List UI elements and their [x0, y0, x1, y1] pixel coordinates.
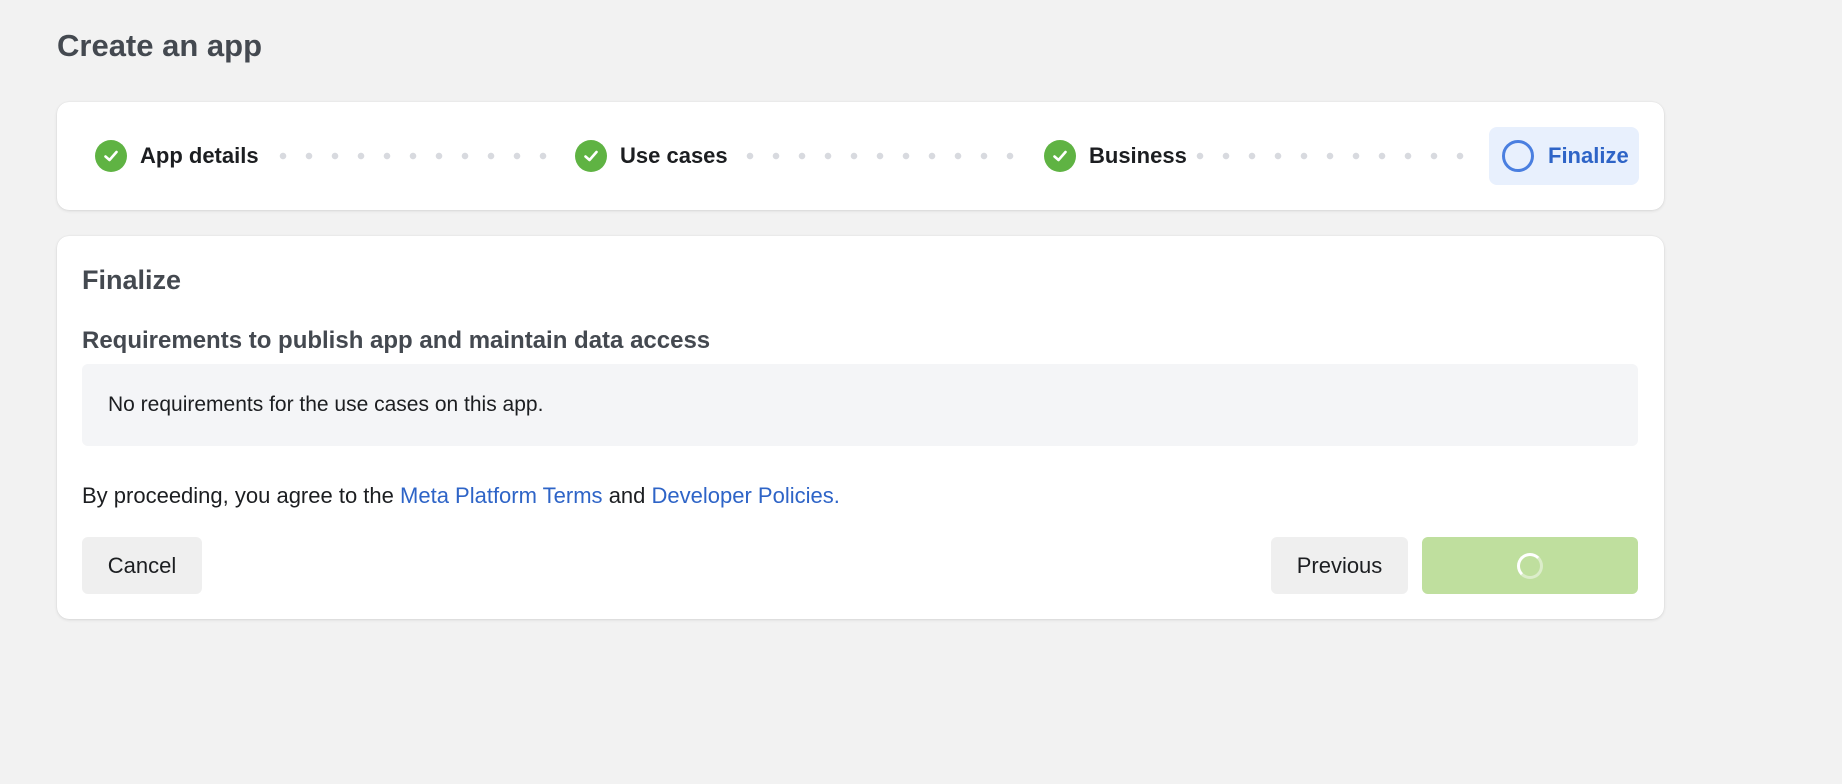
- section-title: Finalize: [82, 265, 182, 295]
- step-use-cases[interactable]: Use cases: [575, 126, 728, 186]
- step-label: Finalize: [1548, 143, 1629, 168]
- terms-prefix: By proceeding, you agree to the: [82, 483, 394, 508]
- step-connector: [737, 152, 1017, 160]
- step-business[interactable]: Business: [1044, 126, 1187, 186]
- terms-conjunction: and: [608, 483, 646, 508]
- previous-button[interactable]: Previous: [1271, 537, 1408, 594]
- step-app-details[interactable]: App details: [95, 126, 259, 186]
- requirements-text: No requirements for the use cases on thi…: [108, 393, 544, 416]
- step-finalize[interactable]: Finalize: [1489, 127, 1639, 185]
- loading-spinner-icon: [1517, 552, 1543, 579]
- create-app-button[interactable]: [1422, 537, 1638, 594]
- requirements-heading: Requirements to publish app and maintain…: [82, 327, 711, 354]
- finalize-card: Finalize Requirements to publish app and…: [57, 236, 1664, 619]
- stepper: App details Use cases Business Finalize: [57, 102, 1664, 210]
- check-icon: [1044, 140, 1076, 172]
- developer-policies-link[interactable]: Developer Policies.: [652, 483, 840, 508]
- step-label: Business: [1089, 143, 1187, 168]
- check-icon: [95, 140, 127, 172]
- check-icon: [575, 140, 607, 172]
- step-label: App details: [140, 143, 259, 168]
- page-title: Create an app: [57, 28, 263, 63]
- step-connector: [1187, 152, 1477, 160]
- progress-ring-icon: [1502, 140, 1534, 172]
- step-connector: [270, 152, 550, 160]
- platform-terms-link[interactable]: Meta Platform Terms: [400, 483, 603, 508]
- step-label: Use cases: [620, 143, 728, 168]
- cancel-button[interactable]: Cancel: [82, 537, 202, 594]
- requirements-box: No requirements for the use cases on thi…: [82, 364, 1638, 446]
- terms-text: By proceeding, you agree to the Meta Pla…: [82, 483, 840, 509]
